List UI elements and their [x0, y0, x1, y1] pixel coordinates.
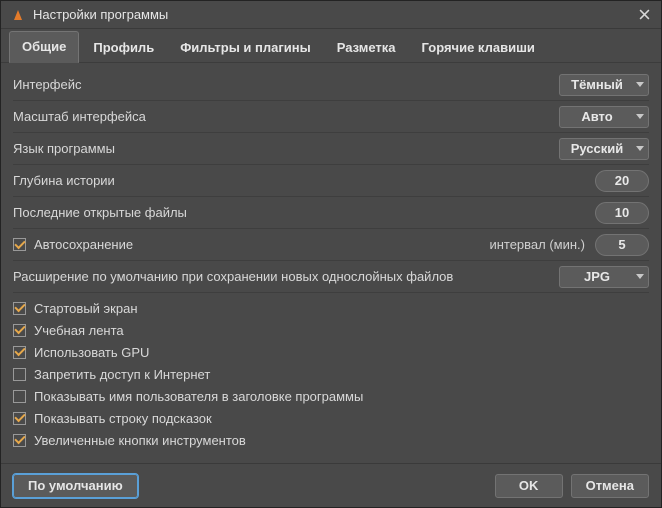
- scale-value: Авто: [570, 109, 624, 124]
- learning-feed-checkbox[interactable]: [13, 324, 26, 337]
- recent-value: 10: [615, 205, 629, 220]
- history-value: 20: [615, 173, 629, 188]
- footer: По умолчанию OK Отмена: [1, 463, 661, 507]
- default-ext-label: Расширение по умолчанию при сохранении н…: [13, 269, 559, 284]
- tab-profile[interactable]: Профиль: [81, 33, 166, 63]
- window-title: Настройки программы: [33, 7, 633, 22]
- content-area: Интерфейс Тёмный Масштаб интерфейса Авто…: [1, 63, 661, 463]
- row-default-ext: Расширение по умолчанию при сохранении н…: [13, 261, 649, 293]
- tabs: Общие Профиль Фильтры и плагины Разметка…: [1, 29, 661, 63]
- interface-value: Тёмный: [570, 77, 624, 92]
- block-internet-label: Запретить доступ к Интернет: [34, 367, 210, 382]
- row-scale: Масштаб интерфейса Авто: [13, 101, 649, 133]
- row-show-username: Показывать имя пользователя в заголовке …: [13, 385, 649, 407]
- interval-input[interactable]: 5: [595, 234, 649, 256]
- history-label: Глубина истории: [13, 173, 595, 188]
- interval-value: 5: [618, 237, 625, 252]
- tab-general[interactable]: Общие: [9, 31, 79, 63]
- close-button[interactable]: [633, 4, 655, 26]
- show-hints-label: Показывать строку подсказок: [34, 411, 212, 426]
- interval-label: интервал (мин.): [489, 237, 585, 252]
- row-use-gpu: Использовать GPU: [13, 341, 649, 363]
- show-username-label: Показывать имя пользователя в заголовке …: [34, 389, 363, 404]
- row-start-screen: Стартовый экран: [13, 297, 649, 319]
- autosave-label: Автосохранение: [34, 237, 133, 252]
- start-screen-checkbox[interactable]: [13, 302, 26, 315]
- language-dropdown[interactable]: Русский: [559, 138, 649, 160]
- titlebar: Настройки программы: [1, 1, 661, 29]
- row-block-internet: Запретить доступ к Интернет: [13, 363, 649, 385]
- check-section: Стартовый экран Учебная лента Использова…: [13, 293, 649, 451]
- row-history: Глубина истории 20: [13, 165, 649, 197]
- ok-button[interactable]: OK: [495, 474, 563, 498]
- tab-markup[interactable]: Разметка: [325, 33, 408, 63]
- row-autosave: Автосохранение интервал (мин.) 5: [13, 229, 649, 261]
- cancel-button[interactable]: Отмена: [571, 474, 649, 498]
- large-tool-buttons-label: Увеличенные кнопки инструментов: [34, 433, 246, 448]
- tab-filters[interactable]: Фильтры и плагины: [168, 33, 323, 63]
- scale-label: Масштаб интерфейса: [13, 109, 559, 124]
- autosave-checkbox[interactable]: [13, 238, 26, 251]
- use-gpu-checkbox[interactable]: [13, 346, 26, 359]
- recent-input[interactable]: 10: [595, 202, 649, 224]
- show-username-checkbox[interactable]: [13, 390, 26, 403]
- row-large-tool-buttons: Увеличенные кнопки инструментов: [13, 429, 649, 451]
- row-interface: Интерфейс Тёмный: [13, 69, 649, 101]
- chevron-down-icon: [636, 146, 644, 151]
- defaults-label: По умолчанию: [28, 478, 123, 493]
- defaults-button[interactable]: По умолчанию: [13, 474, 138, 498]
- learning-feed-label: Учебная лента: [34, 323, 124, 338]
- use-gpu-label: Использовать GPU: [34, 345, 149, 360]
- row-recent: Последние открытые файлы 10: [13, 197, 649, 229]
- cancel-label: Отмена: [586, 478, 634, 493]
- start-screen-label: Стартовый экран: [34, 301, 138, 316]
- row-learning-feed: Учебная лента: [13, 319, 649, 341]
- language-value: Русский: [570, 141, 624, 156]
- scale-dropdown[interactable]: Авто: [559, 106, 649, 128]
- default-ext-dropdown[interactable]: JPG: [559, 266, 649, 288]
- history-input[interactable]: 20: [595, 170, 649, 192]
- language-label: Язык программы: [13, 141, 559, 156]
- show-hints-checkbox[interactable]: [13, 412, 26, 425]
- large-tool-buttons-checkbox[interactable]: [13, 434, 26, 447]
- settings-window: Настройки программы Общие Профиль Фильтр…: [0, 0, 662, 508]
- block-internet-checkbox[interactable]: [13, 368, 26, 381]
- chevron-down-icon: [636, 114, 644, 119]
- chevron-down-icon: [636, 274, 644, 279]
- tab-hotkeys[interactable]: Горячие клавиши: [410, 33, 547, 63]
- ok-label: OK: [519, 478, 539, 493]
- default-ext-value: JPG: [570, 269, 624, 284]
- recent-label: Последние открытые файлы: [13, 205, 595, 220]
- row-show-hints: Показывать строку подсказок: [13, 407, 649, 429]
- interface-dropdown[interactable]: Тёмный: [559, 74, 649, 96]
- interface-label: Интерфейс: [13, 77, 559, 92]
- row-language: Язык программы Русский: [13, 133, 649, 165]
- chevron-down-icon: [636, 82, 644, 87]
- app-icon: [11, 8, 25, 22]
